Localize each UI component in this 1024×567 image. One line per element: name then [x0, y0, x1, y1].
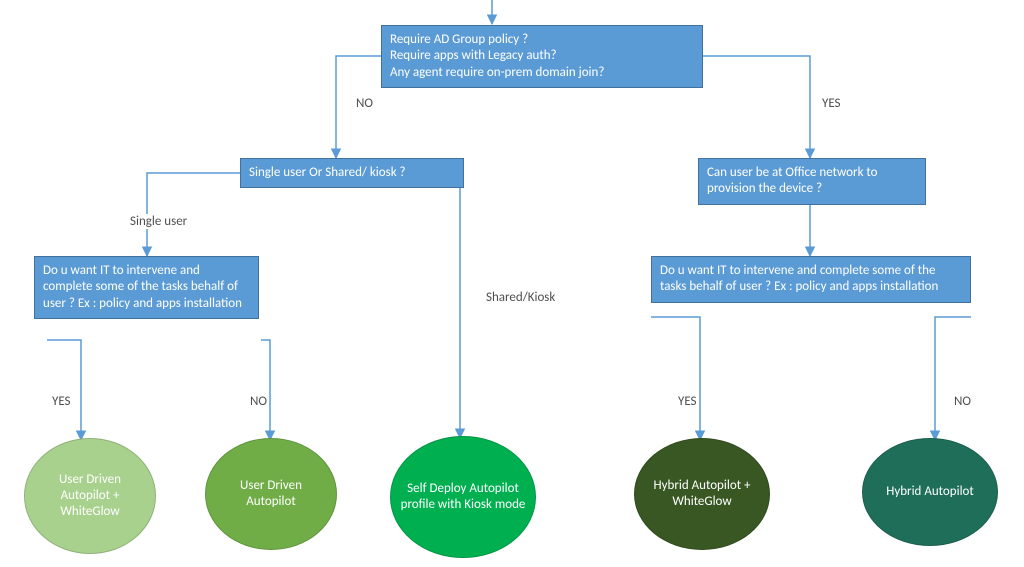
ellipse1-text: User Driven Autopilot + WhiteGlow: [33, 472, 147, 521]
root-line2: Require apps with Legacy auth?: [390, 48, 694, 64]
edge-left-no: NO: [248, 394, 269, 409]
edge-root-no: NO: [354, 96, 375, 111]
edge-right-no: NO: [952, 394, 973, 409]
decision-it-intervene-left: Do u want IT to intervene and complete s…: [34, 256, 259, 319]
decision-office-network: Can user be at Office network to provisi…: [698, 158, 926, 205]
result-self-deploy-kiosk: Self Deploy Autopilot profile with Kiosk…: [390, 436, 536, 558]
result-hybrid: Hybrid Autopilot: [862, 438, 998, 546]
decision-it-intervene-right: Do u want IT to intervene and complete s…: [651, 256, 971, 303]
ellipse4-text: Hybrid Autopilot + WhiteGlow: [643, 478, 761, 511]
office-network-text: Can user be at Office network to provisi…: [707, 165, 878, 196]
result-hybrid-whiteglow: Hybrid Autopilot + WhiteGlow: [634, 438, 770, 550]
it-intervene-left-text: Do u want IT to intervene and complete s…: [43, 263, 242, 311]
decision-root: Require AD Group policy ? Require apps w…: [381, 25, 703, 88]
edge-single-user: Single user: [128, 214, 189, 229]
root-line1: Require AD Group policy ?: [390, 32, 694, 48]
single-or-shared-text: Single user Or Shared/ kiosk ?: [249, 165, 406, 181]
result-user-driven-whiteglow: User Driven Autopilot + WhiteGlow: [24, 438, 156, 554]
edge-shared-kiosk: Shared/Kiosk: [484, 290, 557, 305]
ellipse5-text: Hybrid Autopilot: [886, 484, 974, 500]
root-line3: Any agent require on-prem domain join?: [390, 65, 694, 81]
edge-right-yes: YES: [676, 394, 699, 409]
edge-left-yes: YES: [50, 394, 73, 409]
ellipse3-text: Self Deploy Autopilot profile with Kiosk…: [399, 481, 527, 514]
decision-single-or-shared: Single user Or Shared/ kiosk ?: [240, 158, 464, 188]
ellipse2-text: User Driven Autopilot: [214, 478, 328, 511]
edge-root-yes: YES: [820, 96, 843, 111]
it-intervene-right-text: Do u want IT to intervene and complete s…: [660, 263, 938, 294]
result-user-driven: User Driven Autopilot: [205, 438, 337, 550]
